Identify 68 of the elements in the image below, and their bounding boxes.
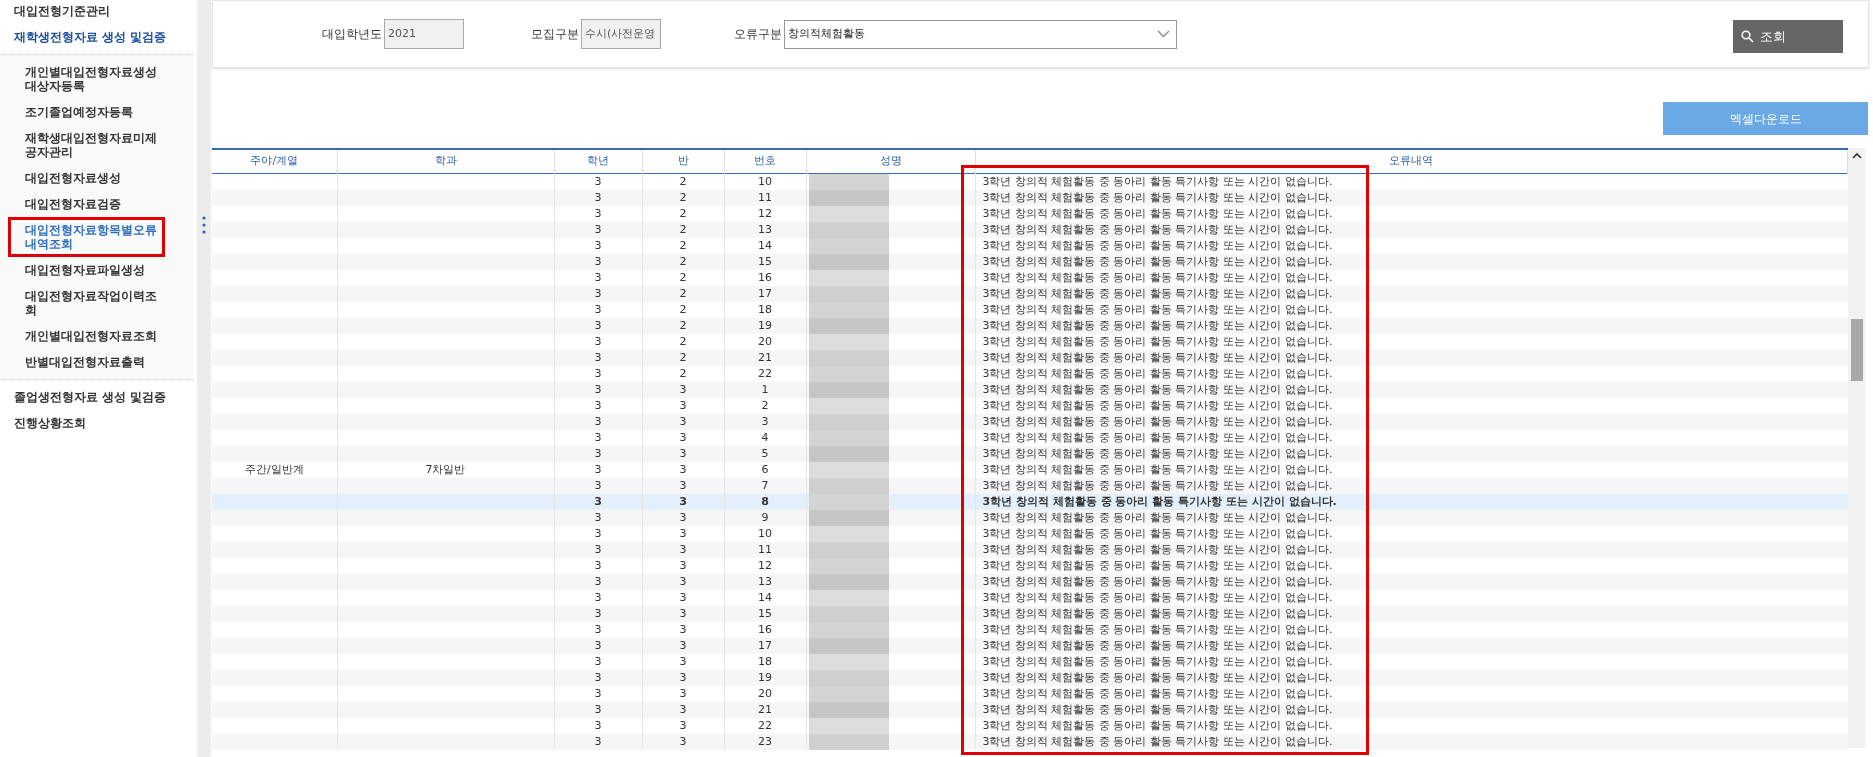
table-row[interactable]: 3 3 3 3학년 창의적 체험활동 중 동아리 활동 특기사항 또는 시간이 없습니다.: [212, 413, 1848, 430]
table-row[interactable]: 3 2 17 3학년 창의적 체험활동 중 동아리 활동 특기사항 또는 시간이 없습니다.: [212, 285, 1848, 302]
table-row[interactable]: 3 3 17 3학년 창의적 체험활동 중 동아리 활동 특기사항 또는 시간이 없습니다.: [212, 637, 1848, 654]
submenu-item[interactable]: 대입전형자료파일생성: [0, 257, 193, 283]
table-row[interactable]: 3 3 13 3학년 창의적 체험활동 중 동아리 활동 특기사항 또는 시간이 없습니다.: [212, 573, 1848, 590]
table-row[interactable]: 3 2 16 3학년 창의적 체험활동 중 동아리 활동 특기사항 또는 시간이 없습니다.: [212, 269, 1848, 286]
table-row[interactable]: 3 2 20 3학년 창의적 체험활동 중 동아리 활동 특기사항 또는 시간이 없습니다.: [212, 333, 1848, 350]
table-row[interactable]: 3 3 18 3학년 창의적 체험활동 중 동아리 활동 특기사항 또는 시간이 없습니다.: [212, 653, 1848, 670]
table-row[interactable]: 3 3 15 3학년 창의적 체험활동 중 동아리 활동 특기사항 또는 시간이 없습니다.: [212, 605, 1848, 622]
table-row[interactable]: 3 3 2 3학년 창의적 체험활동 중 동아리 활동 특기사항 또는 시간이 없습니다.: [212, 397, 1848, 414]
table-row[interactable]: 3 3 9 3학년 창의적 체험활동 중 동아리 활동 특기사항 또는 시간이 없습니다.: [212, 509, 1848, 526]
scrollbar-thumb[interactable]: [1850, 319, 1863, 381]
chevron-down-icon: [1157, 30, 1170, 38]
menu-item[interactable]: 진행상황조회: [0, 410, 197, 436]
search-icon: [1741, 30, 1754, 43]
table-row[interactable]: 3 3 23 3학년 창의적 체험활동 중 동아리 활동 특기사항 또는 시간이 없습니다.: [212, 733, 1848, 750]
table-row[interactable]: 3 2 15 3학년 창의적 체험활동 중 동아리 활동 특기사항 또는 시간이 없습니다.: [212, 253, 1848, 270]
drag-handle-icon[interactable]: [202, 216, 206, 234]
search-button[interactable]: 조회: [1733, 20, 1843, 53]
table-row[interactable]: 3 3 8 3학년 창의적 체험활동 중 동아리 활동 특기사항 또는 시간이 없습니다.: [212, 493, 1848, 510]
table-row[interactable]: 3 3 10 3학년 창의적 체험활동 중 동아리 활동 특기사항 또는 시간이 없습니다.: [212, 525, 1848, 542]
submenu-item[interactable]: 재학생대입전형자료미제공자관리: [0, 125, 193, 165]
column-header[interactable]: 학과: [337, 149, 554, 173]
table-row[interactable]: 3 2 12 3학년 창의적 체험활동 중 동아리 활동 특기사항 또는 시간이 없습니다.: [212, 205, 1848, 222]
table-row[interactable]: 3 3 20 3학년 창의적 체험활동 중 동아리 활동 특기사항 또는 시간이 없습니다.: [212, 685, 1848, 702]
table-row[interactable]: 3 3 5 3학년 창의적 체험활동 중 동아리 활동 특기사항 또는 시간이 없습니다.: [212, 445, 1848, 462]
table-row[interactable]: 3 3 19 3학년 창의적 체험활동 중 동아리 활동 특기사항 또는 시간이 없습니다.: [212, 669, 1848, 686]
table-row[interactable]: 3 2 21 3학년 창의적 체험활동 중 동아리 활동 특기사항 또는 시간이 없습니다.: [212, 349, 1848, 366]
field-label: 대입학년도: [322, 26, 382, 43]
table-row[interactable]: 3 3 11 3학년 창의적 체험활동 중 동아리 활동 특기사항 또는 시간이 없습니다.: [212, 541, 1848, 558]
table-row[interactable]: 3 3 14 3학년 창의적 체험활동 중 동아리 활동 특기사항 또는 시간이 없습니다.: [212, 589, 1848, 606]
table-row[interactable]: 3 2 13 3학년 창의적 체험활동 중 동아리 활동 특기사항 또는 시간이 없습니다.: [212, 221, 1848, 238]
dropdown[interactable]: 창의적체험활동: [784, 19, 1177, 49]
table-row[interactable]: 3 3 7 3학년 창의적 체험활동 중 동아리 활동 특기사항 또는 시간이 없습니다.: [212, 477, 1848, 494]
table-row[interactable]: 3 2 19 3학년 창의적 체험활동 중 동아리 활동 특기사항 또는 시간이 없습니다.: [212, 317, 1848, 334]
column-header[interactable]: 주야/계열: [212, 149, 337, 173]
menu-item[interactable]: 졸업생전형자료 생성 및검증: [0, 384, 197, 410]
submenu-item[interactable]: 반별대입전형자료출력: [0, 349, 193, 375]
table-row[interactable]: 3 3 4 3학년 창의적 체험활동 중 동아리 활동 특기사항 또는 시간이 없습니다.: [212, 429, 1848, 446]
menu-item[interactable]: 대입전형기준관리: [0, 0, 197, 24]
table-row[interactable]: 3 2 11 3학년 창의적 체험활동 중 동아리 활동 특기사항 또는 시간이 없습니다.: [212, 189, 1848, 206]
submenu-item[interactable]: 개인별대입전형자료조회: [0, 323, 193, 349]
table-row[interactable]: 3 2 10 3학년 창의적 체험활동 중 동아리 활동 특기사항 또는 시간이 없습니다.: [212, 173, 1848, 190]
scrollbar[interactable]: [1848, 148, 1865, 748]
field-label: 모집구분: [531, 26, 579, 43]
submenu-item[interactable]: 대입전형자료작업이력조회: [0, 283, 193, 323]
table-row[interactable]: 3 2 14 3학년 창의적 체험활동 중 동아리 활동 특기사항 또는 시간이 없습니다.: [212, 237, 1848, 254]
field-label: 오류구분: [734, 26, 782, 43]
submenu-item[interactable]: 대입전형자료검증: [0, 191, 193, 217]
table-row[interactable]: 3 3 16 3학년 창의적 체험활동 중 동아리 활동 특기사항 또는 시간이 없습니다.: [212, 621, 1848, 638]
column-header[interactable]: 학년: [554, 149, 642, 173]
table-row[interactable]: 3 3 22 3학년 창의적 체험활동 중 동아리 활동 특기사항 또는 시간이 없습니다.: [212, 717, 1848, 734]
column-header[interactable]: 반: [642, 149, 724, 173]
submenu-item[interactable]: 조기졸업예정자등록: [0, 99, 193, 125]
table-row[interactable]: 3 3 21 3학년 창의적 체험활동 중 동아리 활동 특기사항 또는 시간이 없습니다.: [212, 701, 1848, 718]
menu-item[interactable]: 재학생전형자료 생성 및검증: [0, 24, 197, 50]
table-row[interactable]: 3 3 1 3학년 창의적 체험활동 중 동아리 활동 특기사항 또는 시간이 없습니다.: [212, 381, 1848, 398]
table-row[interactable]: 3 2 22 3학년 창의적 체험활동 중 동아리 활동 특기사항 또는 시간이 없습니다.: [212, 365, 1848, 382]
column-header[interactable]: 번호: [724, 149, 806, 173]
scroll-up-icon[interactable]: [1851, 152, 1862, 159]
column-header[interactable]: 오류내역: [975, 149, 1848, 173]
table-row[interactable]: 3 3 12 3학년 창의적 체험활동 중 동아리 활동 특기사항 또는 시간이 없습니다.: [212, 557, 1848, 574]
submenu-item[interactable]: 대입전형자료생성: [0, 165, 193, 191]
table-row[interactable]: 주간/일반계 7차일반 3 3 6 3학년 창의적 체험활동 중 동아리 활동 특기사항 또는 시간이 없습니다.: [212, 461, 1848, 478]
column-header[interactable]: 성명: [806, 149, 975, 173]
submenu-item[interactable]: 대입전형자료항목별오류내역조회: [0, 217, 193, 257]
table-row[interactable]: 3 2 18 3학년 창의적 체험활동 중 동아리 활동 특기사항 또는 시간이 없습니다.: [212, 301, 1848, 318]
submenu-item[interactable]: 개인별대입전형자료생성대상자등록: [0, 59, 193, 99]
